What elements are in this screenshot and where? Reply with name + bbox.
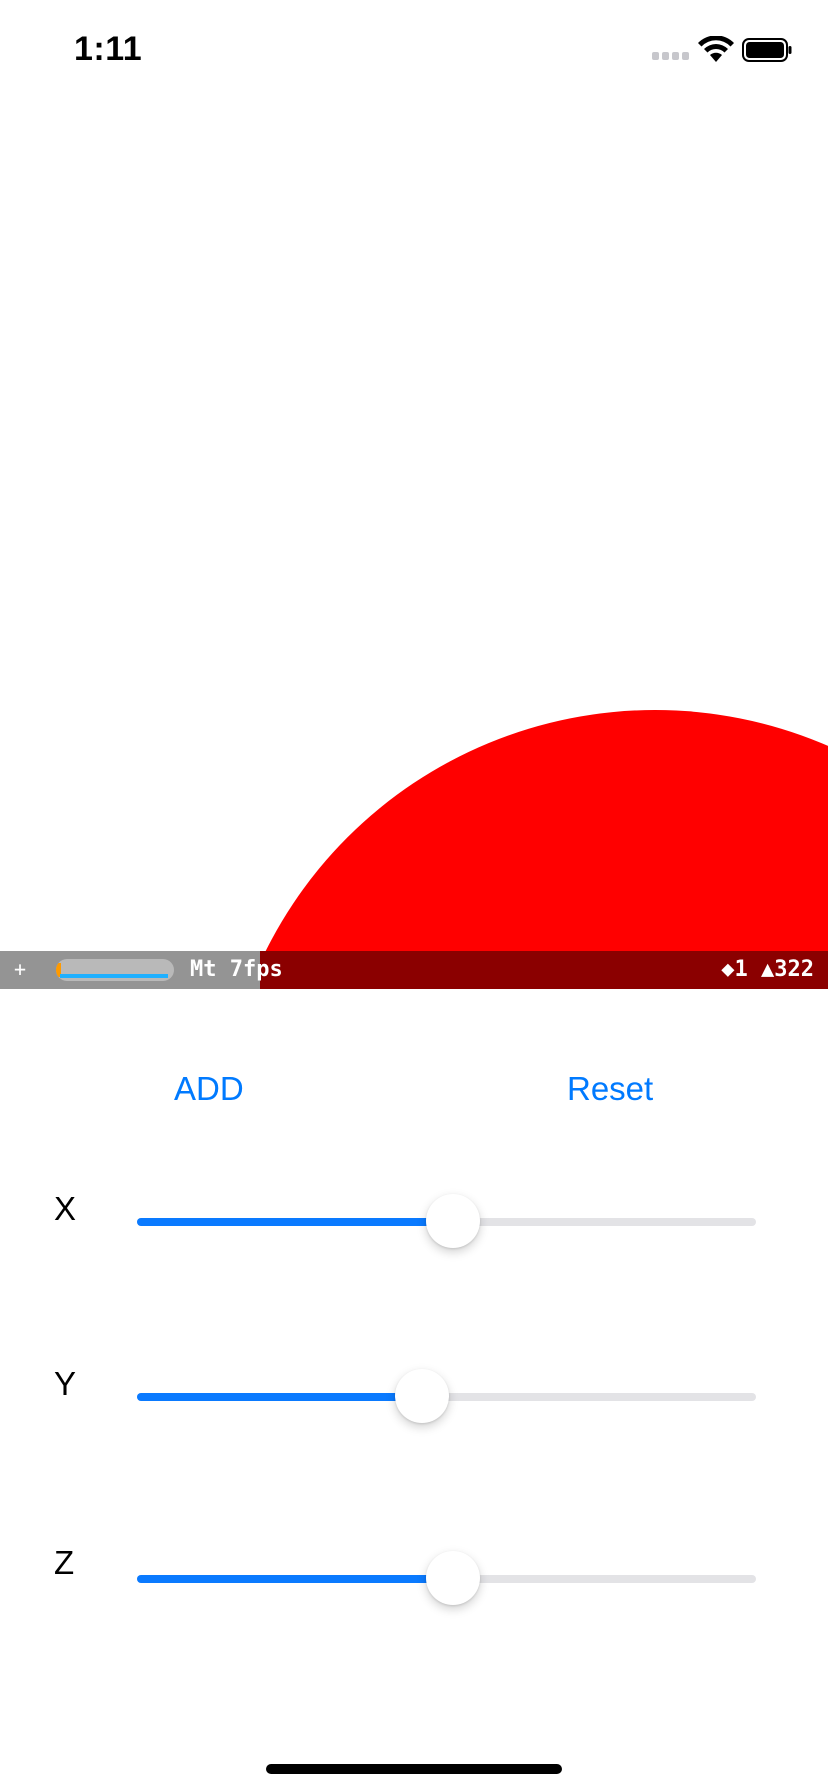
y-slider-thumb[interactable] xyxy=(394,1369,449,1423)
scene-canvas xyxy=(220,710,828,952)
z-slider[interactable] xyxy=(137,1551,756,1605)
performance-gauge xyxy=(56,959,174,981)
y-slider-fill xyxy=(137,1393,422,1401)
x-slider-label: X xyxy=(54,1190,77,1227)
x-slider[interactable] xyxy=(137,1194,756,1248)
reset-button[interactable]: Reset xyxy=(567,1070,653,1108)
home-indicator xyxy=(266,1764,562,1774)
x-slider-row: X xyxy=(0,1190,828,1250)
node-triangle-counts: ◆1 ▲322 xyxy=(721,957,814,982)
z-slider-row: Z xyxy=(0,1544,828,1605)
gauge-fill xyxy=(60,974,168,978)
y-slider-row: Y xyxy=(0,1365,828,1425)
battery-icon xyxy=(742,38,792,62)
status-time: 1:11 xyxy=(74,30,143,68)
cellular-signal-icon xyxy=(652,52,692,62)
red-sphere[interactable] xyxy=(220,710,828,952)
z-slider-fill xyxy=(137,1575,453,1583)
renderer-fps-label: Mt 7fps xyxy=(190,957,283,982)
stats-expand-toggle[interactable]: + xyxy=(14,957,26,981)
add-button[interactable]: ADD xyxy=(174,1070,244,1108)
statistics-overlay: + Mt 7fps ◆1 ▲322 xyxy=(0,951,828,989)
y-slider-label: Y xyxy=(54,1365,77,1402)
scene-view[interactable] xyxy=(0,100,828,952)
z-slider-label: Z xyxy=(54,1544,75,1581)
app-screen: 1:11 + Mt 7fps ◆1 ▲322 ADD Reset X Y Z xyxy=(0,0,828,1792)
x-slider-fill xyxy=(137,1218,453,1226)
y-slider[interactable] xyxy=(137,1369,756,1423)
x-slider-thumb[interactable] xyxy=(425,1194,480,1248)
z-slider-thumb[interactable] xyxy=(425,1551,480,1605)
wifi-icon xyxy=(698,36,734,62)
status-bar: 1:11 xyxy=(0,0,828,100)
